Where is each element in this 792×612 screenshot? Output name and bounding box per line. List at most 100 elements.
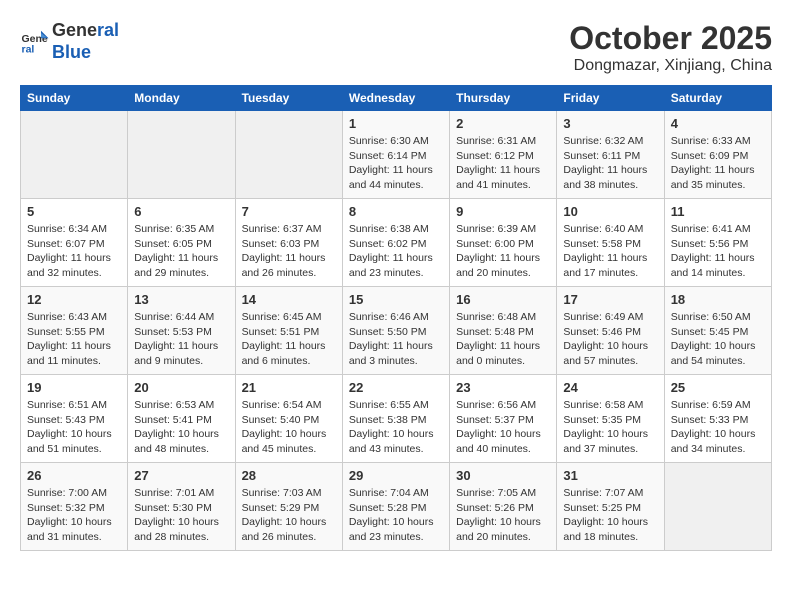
svg-text:ral: ral (22, 43, 35, 55)
day-number: 30 (456, 468, 550, 483)
day-cell: 3Sunrise: 6:32 AMSunset: 6:11 PMDaylight… (557, 111, 664, 199)
day-info: Sunrise: 6:45 AMSunset: 5:51 PMDaylight:… (242, 310, 336, 369)
day-info: Sunrise: 6:35 AMSunset: 6:05 PMDaylight:… (134, 222, 228, 281)
day-number: 4 (671, 116, 765, 131)
day-info: Sunrise: 6:38 AMSunset: 6:02 PMDaylight:… (349, 222, 443, 281)
header-cell-thursday: Thursday (450, 86, 557, 111)
day-info: Sunrise: 7:00 AMSunset: 5:32 PMDaylight:… (27, 486, 121, 545)
day-cell: 10 Sunrise: 6:40 AMSunset: 5:58 PMDayligh… (557, 199, 664, 287)
title-block: October 2025 Dongmazar, Xinjiang, China (569, 20, 772, 75)
day-cell: 7 Sunrise: 6:37 AMSunset: 6:03 PMDaylight… (235, 199, 342, 287)
day-cell: 4 Sunrise: 6:33 AMSunset: 6:09 PMDaylight… (664, 111, 771, 199)
day-info: Sunrise: 7:05 AMSunset: 5:26 PMDaylight:… (456, 486, 550, 545)
calendar-header: SundayMondayTuesdayWednesdayThursdayFrid… (21, 86, 772, 111)
day-cell: 23 Sunrise: 6:56 AMSunset: 5:37 PMDayligh… (450, 375, 557, 463)
day-number: 28 (242, 468, 336, 483)
logo-text: General Blue (52, 20, 119, 63)
day-cell (664, 463, 771, 551)
day-number: 22 (349, 380, 443, 395)
day-cell: 30 Sunrise: 7:05 AMSunset: 5:26 PMDayligh… (450, 463, 557, 551)
day-number: 20 (134, 380, 228, 395)
day-cell: 27 Sunrise: 7:01 AMSunset: 5:30 PMDayligh… (128, 463, 235, 551)
day-number: 15 (349, 292, 443, 307)
day-number: 26 (27, 468, 121, 483)
day-number: 21 (242, 380, 336, 395)
day-cell: 13Sunrise: 6:44 AMSunset: 5:53 PMDayligh… (128, 287, 235, 375)
day-cell: 11 Sunrise: 6:41 AMSunset: 5:56 PMDayligh… (664, 199, 771, 287)
day-info: Sunrise: 7:03 AMSunset: 5:29 PMDaylight:… (242, 486, 336, 545)
day-info: Sunrise: 6:48 AMSunset: 5:48 PMDaylight:… (456, 310, 550, 369)
day-cell (235, 111, 342, 199)
day-number: 25 (671, 380, 765, 395)
calendar-body: 1 Sunrise: 6:30 AMSunset: 6:14 PMDaylight… (21, 111, 772, 551)
week-row-1: 5 Sunrise: 6:34 AMSunset: 6:07 PMDaylight… (21, 199, 772, 287)
day-info: Sunrise: 6:56 AMSunset: 5:37 PMDaylight:… (456, 398, 550, 457)
day-info: Sunrise: 6:37 AMSunset: 6:03 PMDaylight:… (242, 222, 336, 281)
day-cell: 1 Sunrise: 6:30 AMSunset: 6:14 PMDaylight… (342, 111, 449, 199)
day-number: 31 (563, 468, 657, 483)
day-info: Sunrise: 6:51 AMSunset: 5:43 PMDaylight:… (27, 398, 121, 457)
page-header: Gene ral General Blue October 2025 Dongm… (20, 20, 772, 75)
day-cell: 5 Sunrise: 6:34 AMSunset: 6:07 PMDaylight… (21, 199, 128, 287)
day-cell: 24 Sunrise: 6:58 AMSunset: 5:35 PMDayligh… (557, 375, 664, 463)
day-info: Sunrise: 6:53 AMSunset: 5:41 PMDaylight:… (134, 398, 228, 457)
calendar-table: SundayMondayTuesdayWednesdayThursdayFrid… (20, 85, 772, 551)
header-cell-monday: Monday (128, 86, 235, 111)
day-info: Sunrise: 6:40 AMSunset: 5:58 PMDaylight:… (563, 222, 657, 281)
day-cell: 26 Sunrise: 7:00 AMSunset: 5:32 PMDayligh… (21, 463, 128, 551)
day-info: Sunrise: 6:49 AMSunset: 5:46 PMDaylight:… (563, 310, 657, 369)
header-cell-wednesday: Wednesday (342, 86, 449, 111)
day-number: 12 (27, 292, 121, 307)
header-cell-tuesday: Tuesday (235, 86, 342, 111)
logo-icon: Gene ral (20, 27, 50, 57)
day-info: Sunrise: 6:44 AMSunset: 5:53 PMDaylight:… (134, 310, 228, 369)
day-cell: 2Sunrise: 6:31 AMSunset: 6:12 PMDaylight… (450, 111, 557, 199)
week-row-4: 26 Sunrise: 7:00 AMSunset: 5:32 PMDayligh… (21, 463, 772, 551)
day-info: Sunrise: 6:30 AMSunset: 6:14 PMDaylight:… (349, 134, 443, 193)
day-info: Sunrise: 7:04 AMSunset: 5:28 PMDaylight:… (349, 486, 443, 545)
header-cell-friday: Friday (557, 86, 664, 111)
day-cell: 12 Sunrise: 6:43 AMSunset: 5:55 PMDayligh… (21, 287, 128, 375)
day-number: 9 (456, 204, 550, 219)
day-cell: 25 Sunrise: 6:59 AMSunset: 5:33 PMDayligh… (664, 375, 771, 463)
day-number: 7 (242, 204, 336, 219)
day-info: Sunrise: 7:07 AMSunset: 5:25 PMDaylight:… (563, 486, 657, 545)
day-number: 5 (27, 204, 121, 219)
day-number: 14 (242, 292, 336, 307)
day-info: Sunrise: 6:43 AMSunset: 5:55 PMDaylight:… (27, 310, 121, 369)
day-cell: 31 Sunrise: 7:07 AMSunset: 5:25 PMDayligh… (557, 463, 664, 551)
day-info: Sunrise: 7:01 AMSunset: 5:30 PMDaylight:… (134, 486, 228, 545)
day-info: Sunrise: 6:33 AMSunset: 6:09 PMDaylight:… (671, 134, 765, 193)
day-number: 11 (671, 204, 765, 219)
month-title: October 2025 (569, 20, 772, 57)
day-info: Sunrise: 6:54 AMSunset: 5:40 PMDaylight:… (242, 398, 336, 457)
day-cell: 21 Sunrise: 6:54 AMSunset: 5:40 PMDayligh… (235, 375, 342, 463)
day-info: Sunrise: 6:41 AMSunset: 5:56 PMDaylight:… (671, 222, 765, 281)
day-number: 23 (456, 380, 550, 395)
day-info: Sunrise: 6:46 AMSunset: 5:50 PMDaylight:… (349, 310, 443, 369)
day-number: 6 (134, 204, 228, 219)
day-cell: 16Sunrise: 6:48 AMSunset: 5:48 PMDayligh… (450, 287, 557, 375)
day-number: 27 (134, 468, 228, 483)
day-info: Sunrise: 6:39 AMSunset: 6:00 PMDaylight:… (456, 222, 550, 281)
header-cell-saturday: Saturday (664, 86, 771, 111)
day-info: Sunrise: 6:58 AMSunset: 5:35 PMDaylight:… (563, 398, 657, 457)
day-number: 19 (27, 380, 121, 395)
day-info: Sunrise: 6:34 AMSunset: 6:07 PMDaylight:… (27, 222, 121, 281)
day-number: 10 (563, 204, 657, 219)
day-info: Sunrise: 6:31 AMSunset: 6:12 PMDaylight:… (456, 134, 550, 193)
day-number: 3 (563, 116, 657, 131)
location: Dongmazar, Xinjiang, China (569, 57, 772, 75)
day-cell (21, 111, 128, 199)
day-cell: 14 Sunrise: 6:45 AMSunset: 5:51 PMDayligh… (235, 287, 342, 375)
logo: Gene ral General Blue (20, 20, 119, 63)
day-number: 24 (563, 380, 657, 395)
day-info: Sunrise: 6:59 AMSunset: 5:33 PMDaylight:… (671, 398, 765, 457)
day-number: 17 (563, 292, 657, 307)
day-cell (128, 111, 235, 199)
day-number: 1 (349, 116, 443, 131)
day-cell: 29Sunrise: 7:04 AMSunset: 5:28 PMDayligh… (342, 463, 449, 551)
day-cell: 15 Sunrise: 6:46 AMSunset: 5:50 PMDayligh… (342, 287, 449, 375)
header-row: SundayMondayTuesdayWednesdayThursdayFrid… (21, 86, 772, 111)
day-cell: 19 Sunrise: 6:51 AMSunset: 5:43 PMDayligh… (21, 375, 128, 463)
